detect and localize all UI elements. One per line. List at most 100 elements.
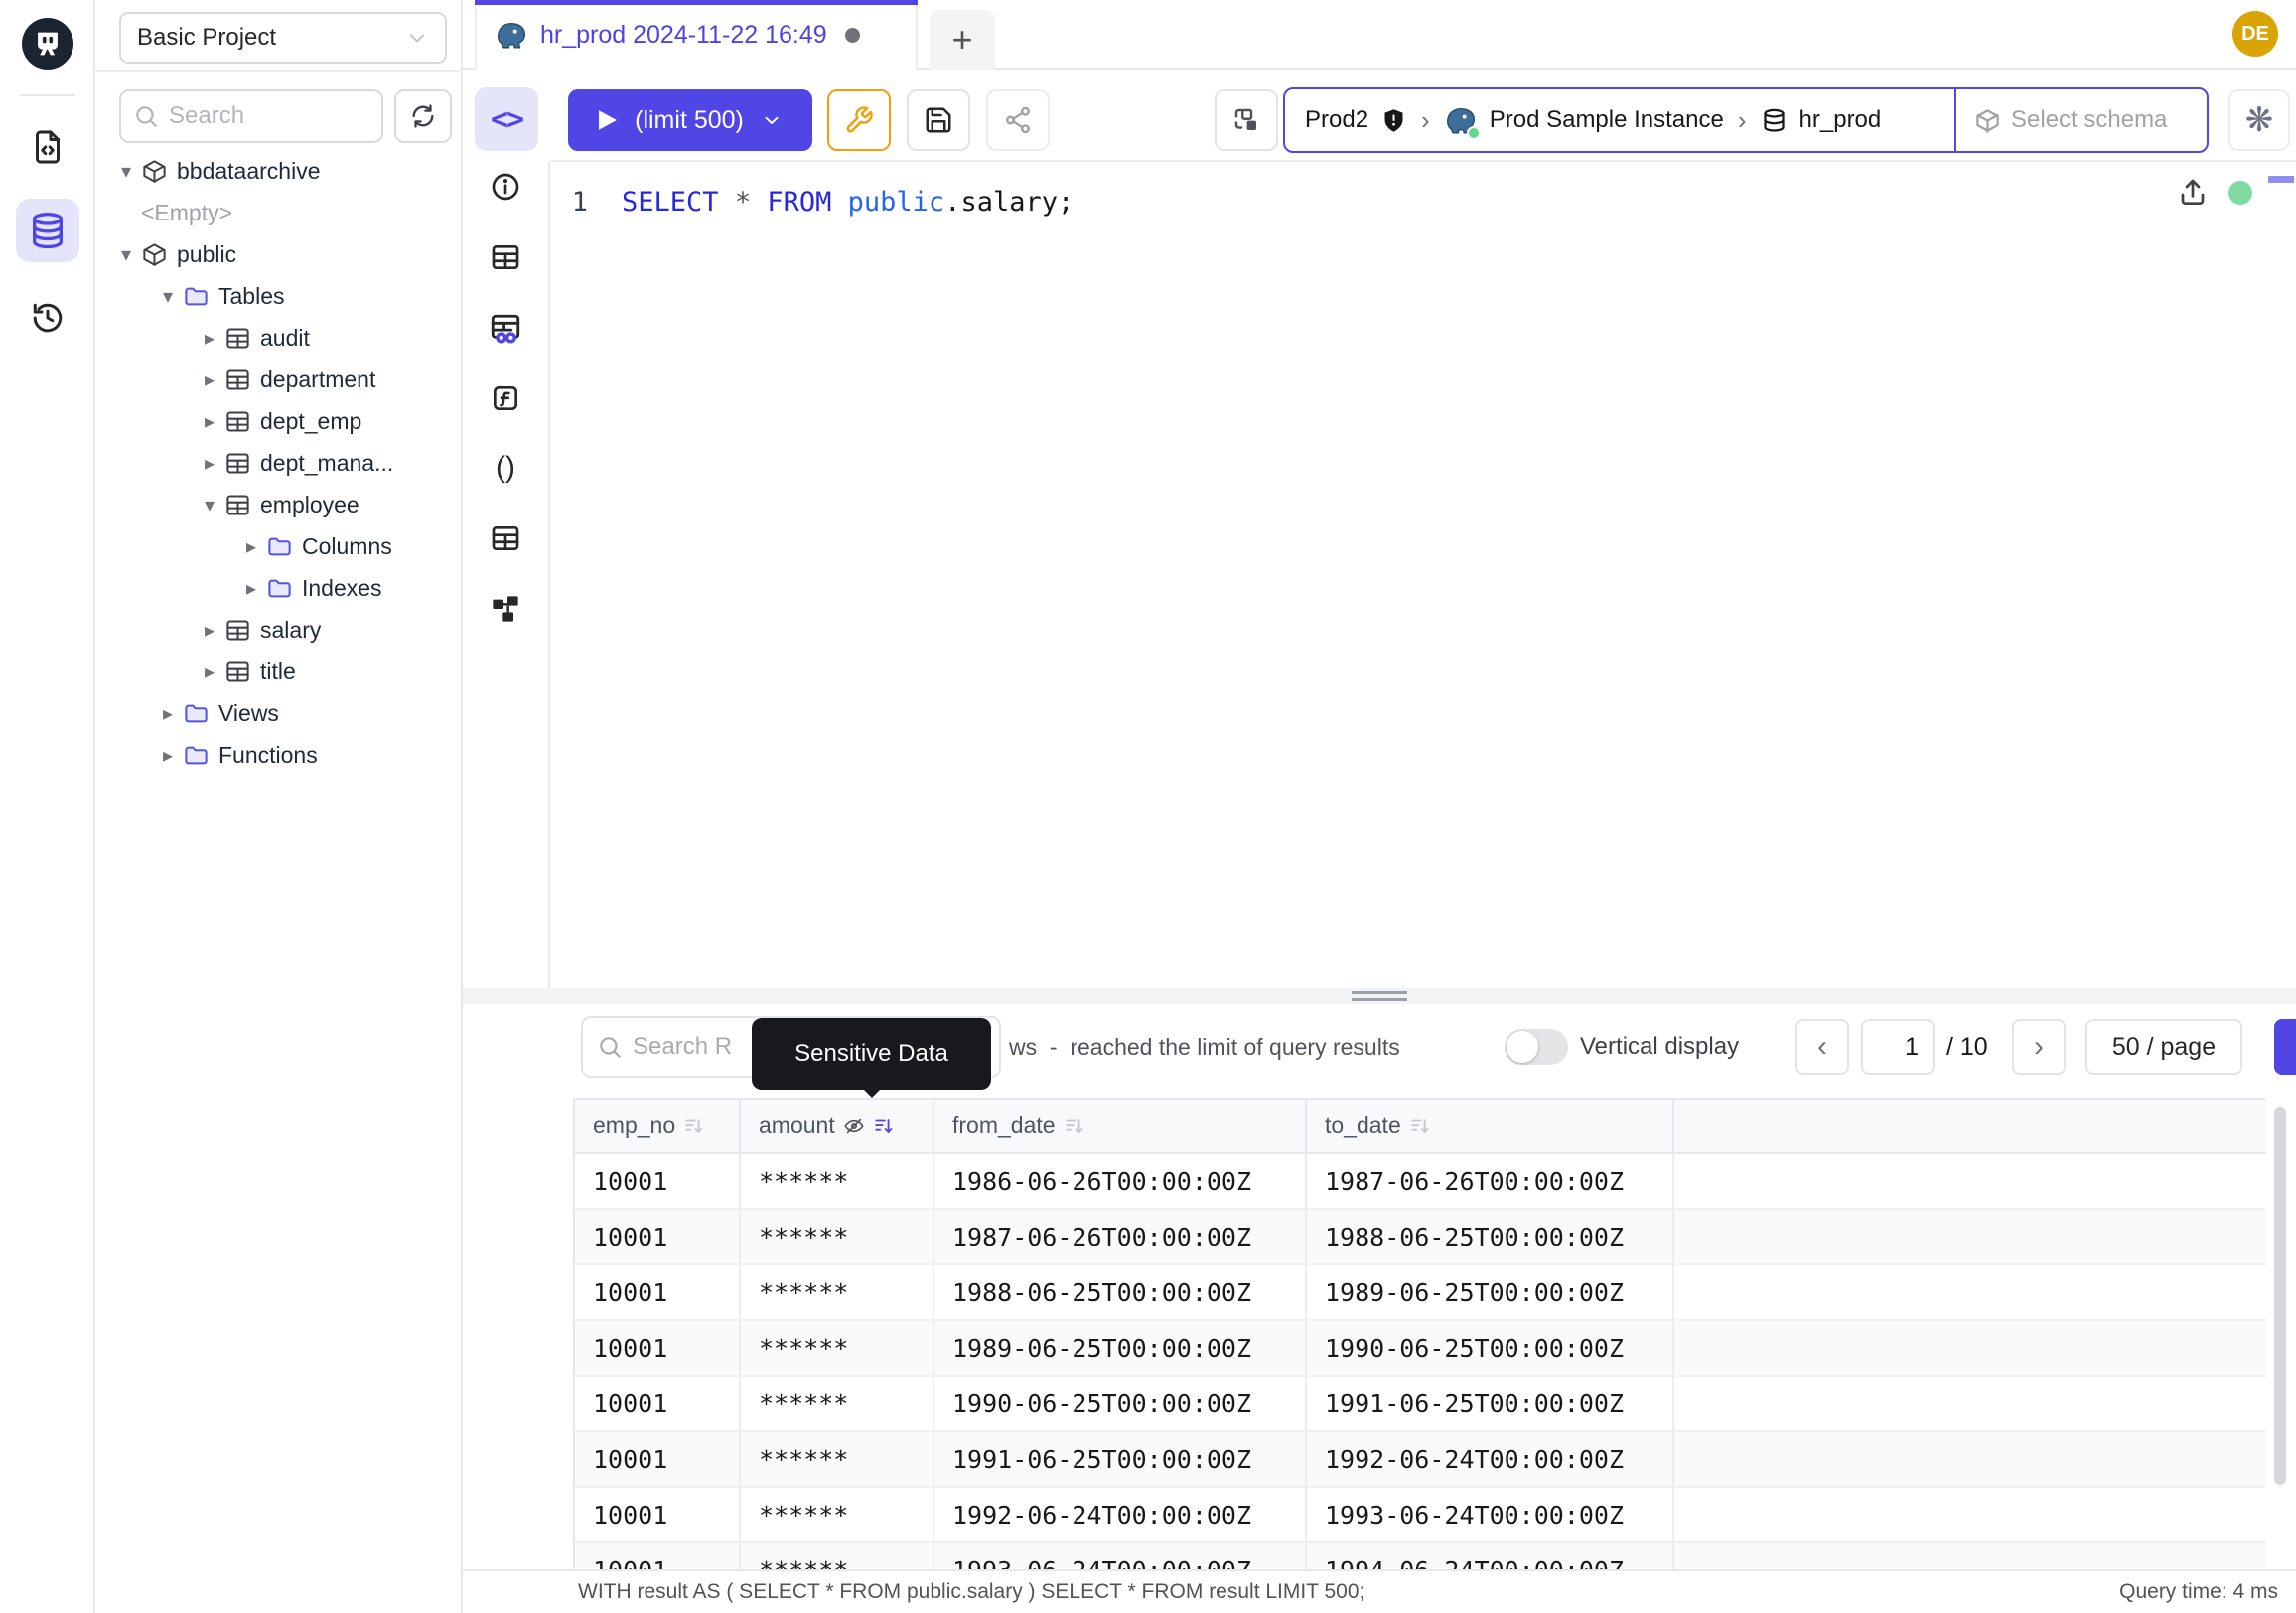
sql-statement: SELECT * FROM public.salary;: [622, 187, 1074, 218]
column-header-from_date[interactable]: from_date: [934, 1100, 1307, 1152]
panel-resize-handle[interactable]: [463, 988, 2296, 1004]
tree-item-dept-emp[interactable]: ▸dept_emp: [95, 400, 463, 442]
table-cell: 1989-06-25T00:00:00Z: [934, 1321, 1307, 1375]
result-scrollbar-thumb[interactable]: [2274, 1107, 2286, 1485]
column-header-to_date[interactable]: to_date: [1307, 1100, 1674, 1152]
cube-icon: [141, 158, 168, 185]
tree-caret-icon[interactable]: ▸: [236, 576, 266, 601]
page-number-input[interactable]: 1: [1861, 1019, 1935, 1075]
vertical-display-toggle[interactable]: [1505, 1029, 1568, 1065]
project-select[interactable]: Basic Project: [119, 12, 447, 64]
result-table-header: emp_noamountfrom_date to_date: [575, 1098, 2266, 1154]
tree-item-public[interactable]: ▾public: [95, 233, 463, 275]
table-schema-icon[interactable]: [490, 522, 521, 554]
tree-caret-icon[interactable]: ▸: [153, 743, 183, 768]
tree-caret-icon[interactable]: ▾: [195, 493, 224, 517]
tree-item-tables[interactable]: ▾ Tables: [95, 275, 463, 317]
tree-search-input[interactable]: [169, 102, 348, 130]
sql-token: public: [848, 187, 945, 218]
sort-icon[interactable]: [873, 1115, 895, 1137]
editor-panel-toggle[interactable]: <>: [475, 87, 538, 151]
tree-caret-icon[interactable]: ▸: [195, 618, 224, 643]
tree-item-department[interactable]: ▸department: [95, 359, 463, 400]
tree-caret-icon[interactable]: ▸: [195, 326, 224, 351]
tree-caret-icon[interactable]: ▸: [195, 409, 224, 434]
tree-item-audit[interactable]: ▸audit: [95, 317, 463, 359]
connection-scope[interactable]: Prod2 › Prod Sample Instance › hr_prod: [1285, 89, 1956, 151]
sort-icon[interactable]: [1064, 1115, 1085, 1137]
tree-item-views[interactable]: ▸ Views: [95, 692, 463, 734]
tree-caret-icon[interactable]: ▸: [195, 367, 224, 392]
select-schema[interactable]: Select schema: [1956, 89, 2207, 151]
sql-editor[interactable]: 1 SELECT * FROM public.salary;: [552, 162, 2296, 988]
upload-sql-icon[interactable]: [2177, 177, 2209, 209]
table-row: 10001******1990-06-25T00:00:00Z1991-06-2…: [575, 1377, 2266, 1432]
tree-caret-icon[interactable]: ▾: [153, 284, 183, 309]
next-page-button[interactable]: ›: [2012, 1019, 2066, 1075]
tree-item-indexes[interactable]: ▸Indexes: [95, 567, 463, 609]
parentheses-icon[interactable]: (): [496, 451, 515, 485]
table-cell: ******: [741, 1265, 934, 1319]
editor-side-rail: (): [463, 162, 550, 988]
tree-item-label: dept_mana...: [260, 450, 393, 477]
tree-item-bbdataarchive[interactable]: ▾bbdataarchive: [95, 150, 463, 192]
run-query-button[interactable]: (limit 500): [568, 89, 812, 151]
table-cell: [1674, 1210, 2266, 1263]
tree-caret-icon[interactable]: ▾: [111, 159, 141, 184]
schema-diagram-icon[interactable]: [490, 593, 521, 625]
vertical-display-label: Vertical display: [1580, 1016, 1739, 1078]
batch-query-button[interactable]: [1215, 89, 1278, 151]
worksheet-icon[interactable]: [16, 115, 79, 179]
share-button[interactable]: [986, 89, 1050, 151]
table-cell: [1674, 1265, 2266, 1319]
bytebase-logo[interactable]: [22, 18, 73, 70]
table-cell: ******: [741, 1321, 934, 1375]
chevron-down-icon: [760, 108, 784, 132]
eye-off-icon[interactable]: [843, 1115, 865, 1137]
new-tab-button[interactable]: +: [930, 10, 995, 70]
avatar[interactable]: DE: [2232, 11, 2278, 57]
export-button-clipped[interactable]: [2274, 1019, 2296, 1075]
table-cell: 10001: [575, 1377, 741, 1430]
history-icon[interactable]: [16, 286, 79, 350]
tree-item-label: Views: [218, 700, 279, 727]
tab-hr-prod[interactable]: hr_prod 2024-11-22 16:49: [475, 0, 918, 70]
save-button[interactable]: [907, 89, 970, 151]
tree-caret-icon[interactable]: ▸: [195, 451, 224, 476]
database-icon[interactable]: [16, 199, 79, 262]
page-size-select[interactable]: 50 / page: [2085, 1019, 2242, 1075]
tree-caret-icon[interactable]: ▸: [195, 660, 224, 684]
tree-item-functions[interactable]: ▸Functions: [95, 734, 463, 776]
table-cell: ******: [741, 1488, 934, 1541]
refresh-button[interactable]: [394, 89, 452, 143]
table-cell: 1988-06-25T00:00:00Z: [1307, 1210, 1674, 1263]
table-cell: 1992-06-24T00:00:00Z: [934, 1488, 1307, 1541]
tree-item-title[interactable]: ▸title: [95, 651, 463, 692]
tree-caret-icon[interactable]: ▾: [111, 242, 141, 267]
sort-icon[interactable]: [1409, 1115, 1431, 1137]
protected-shield-icon: [1380, 107, 1407, 134]
column-label: to_date: [1325, 1112, 1401, 1139]
tree-caret-icon[interactable]: ▸: [153, 701, 183, 726]
function-icon[interactable]: [490, 382, 521, 414]
table-cell: 1993-06-24T00:00:00Z: [1307, 1488, 1674, 1541]
tree-item-label: Tables: [218, 283, 284, 310]
tree-item-dept-mana-[interactable]: ▸ dept_mana...: [95, 442, 463, 484]
masked-table-icon[interactable]: [489, 312, 522, 346]
info-icon[interactable]: [490, 171, 521, 203]
tree-item--empty-[interactable]: <Empty>: [95, 192, 463, 233]
column-header-emp_no[interactable]: emp_no: [575, 1100, 741, 1152]
left-rail: [0, 0, 95, 1613]
prev-page-button[interactable]: ‹: [1795, 1019, 1849, 1075]
format-wrench-button[interactable]: [827, 89, 891, 151]
tree-caret-icon[interactable]: ▸: [236, 534, 266, 559]
column-header-amount[interactable]: amount: [741, 1100, 934, 1152]
tree-item-salary[interactable]: ▸salary: [95, 609, 463, 651]
ai-assistant-button[interactable]: ❋: [2228, 89, 2290, 151]
tree-item-employee[interactable]: ▾employee: [95, 484, 463, 525]
sort-icon[interactable]: [683, 1115, 705, 1137]
tree-item-columns[interactable]: ▸Columns: [95, 525, 463, 567]
column-header-empty: [1674, 1100, 2266, 1152]
tab-bar: hr_prod 2024-11-22 16:49 + DE: [463, 0, 2296, 70]
table-panel-icon[interactable]: [490, 241, 521, 273]
